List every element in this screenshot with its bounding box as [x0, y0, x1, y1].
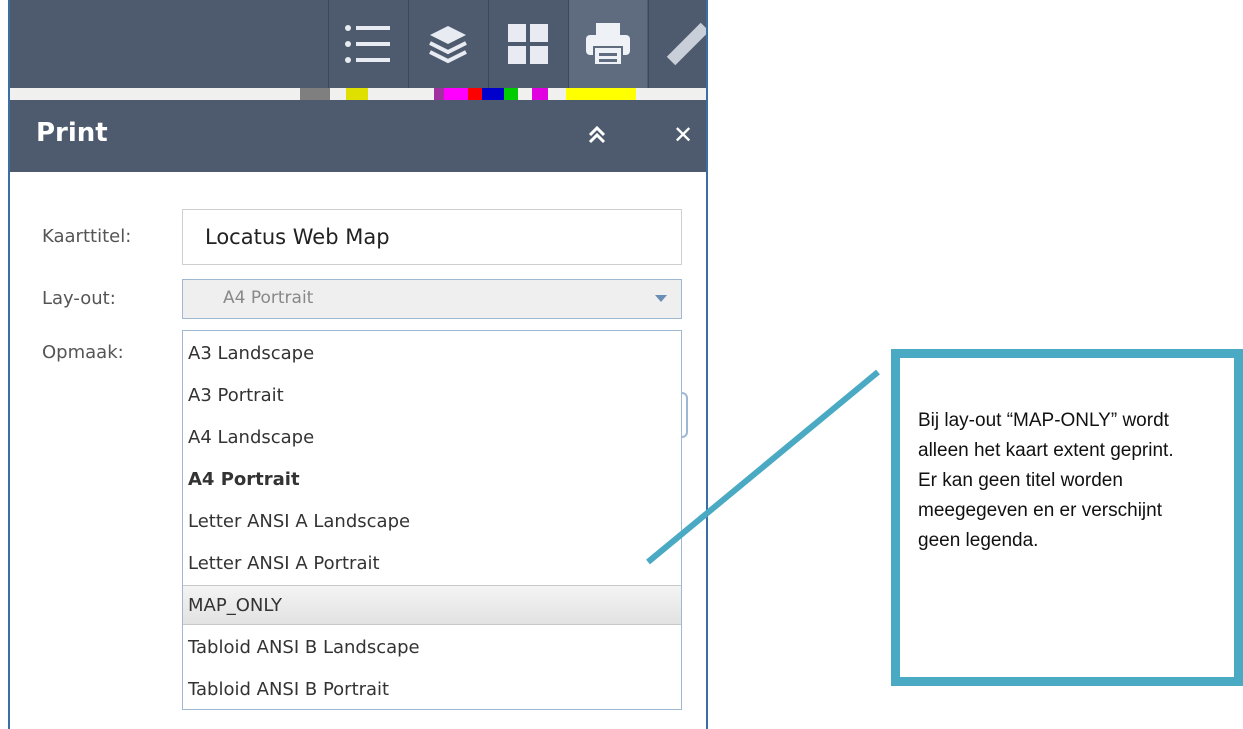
callout-text: Bij lay-out “MAP-ONLY” wordt alleen het …	[918, 410, 1174, 551]
annotation-callout: Bij lay-out “MAP-ONLY” wordt alleen het …	[891, 349, 1243, 686]
